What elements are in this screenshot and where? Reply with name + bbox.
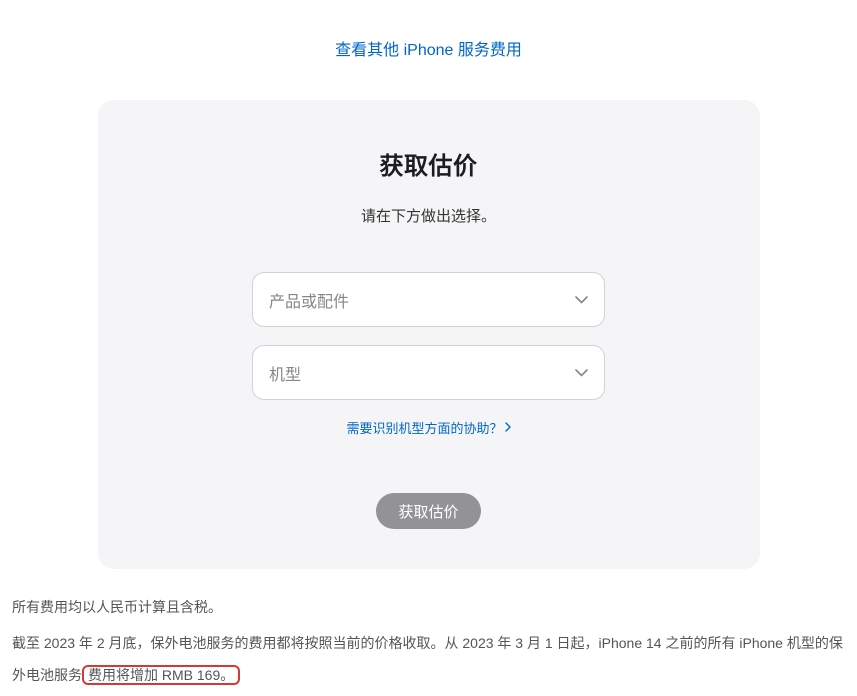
footer-line-2: 截至 2023 年 2 月底，保外电池服务的费用都将按照当前的价格收取。从 20…	[12, 627, 845, 691]
identify-model-help-link[interactable]: 需要识别机型方面的协助？	[346, 418, 510, 437]
product-select[interactable]: 产品或配件	[252, 272, 605, 327]
footer-notes: 所有费用均以人民币计算且含税。 截至 2023 年 2 月底，保外电池服务的费用…	[0, 569, 857, 696]
model-select-placeholder: 机型	[269, 361, 301, 385]
product-select-placeholder: 产品或配件	[269, 288, 349, 312]
chevron-right-icon	[505, 420, 511, 435]
get-estimate-button[interactable]: 获取估价	[376, 493, 480, 529]
price-increase-highlight: 费用将增加 RMB 169。	[82, 665, 240, 685]
chevron-down-icon	[574, 366, 588, 380]
estimate-card: 获取估价 请在下方做出选择。 产品或配件 机型 需要识别机型方面的协助？	[98, 100, 760, 569]
footer-line-1: 所有费用均以人民币计算且含税。	[12, 591, 845, 623]
card-subtitle: 请在下方做出选择。	[361, 205, 496, 226]
page-container: 查看其他 iPhone 服务费用 获取估价 请在下方做出选择。 产品或配件 机型…	[0, 0, 857, 696]
model-select[interactable]: 机型	[252, 345, 605, 400]
card-title: 获取估价	[380, 146, 478, 181]
chevron-down-icon	[574, 293, 588, 307]
select-group: 产品或配件 机型	[252, 272, 605, 400]
help-link-label: 需要识别机型方面的协助？	[346, 418, 502, 437]
other-services-link[interactable]: 查看其他 iPhone 服务费用	[335, 36, 522, 60]
